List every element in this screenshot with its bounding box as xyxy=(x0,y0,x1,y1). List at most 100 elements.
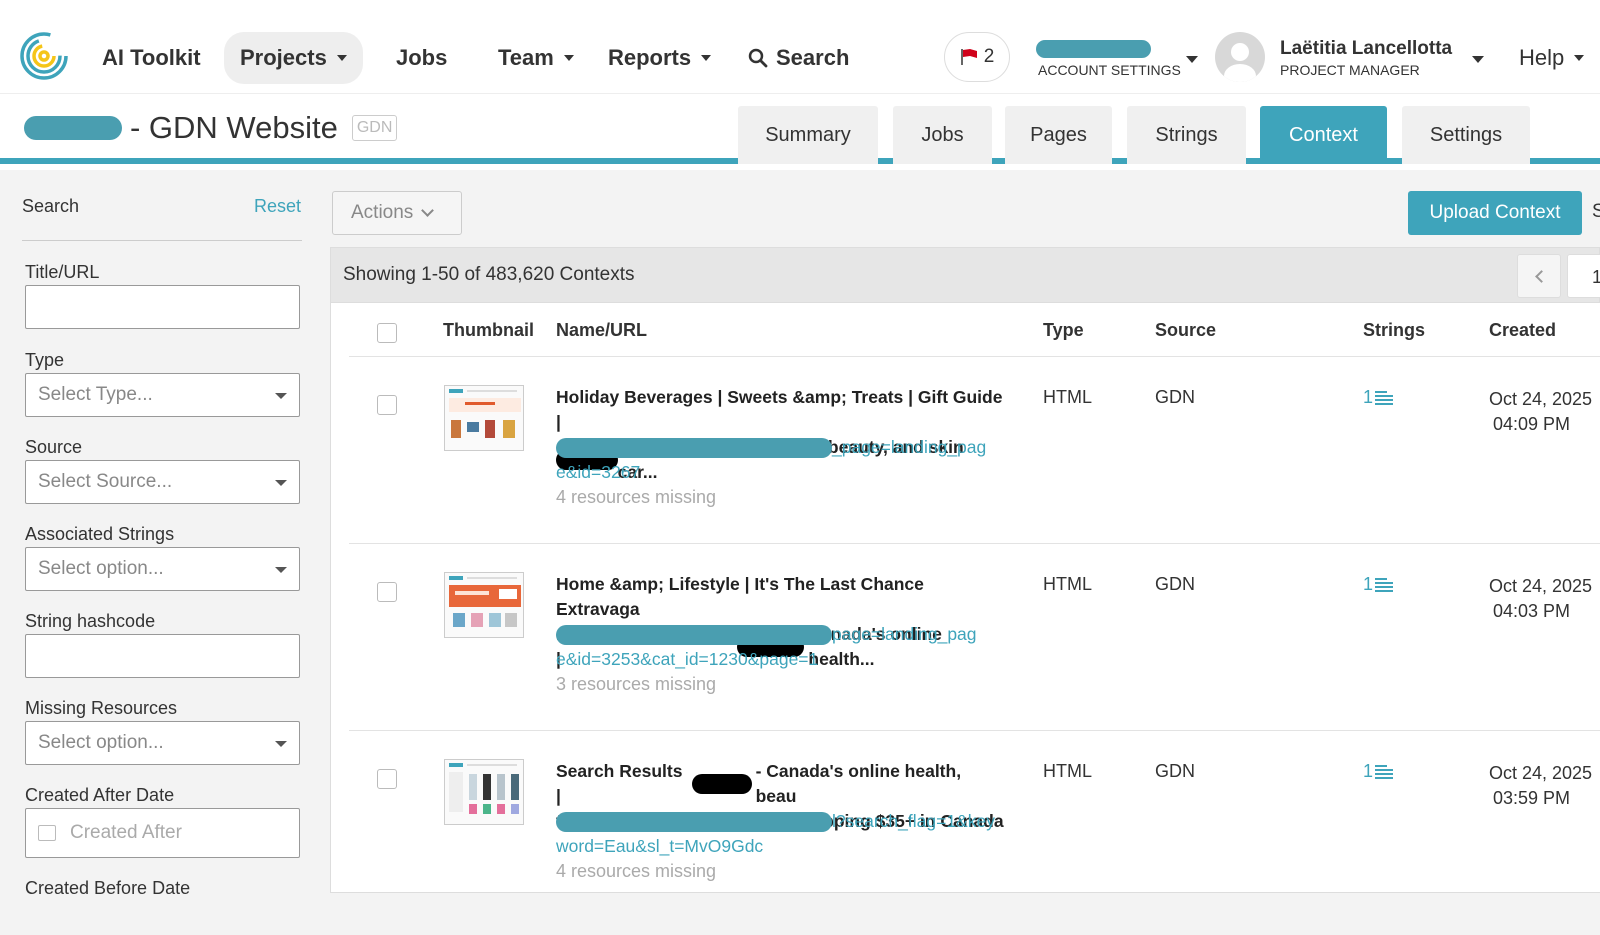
source-select[interactable]: Select Source... xyxy=(25,460,300,504)
user-caret-icon[interactable] xyxy=(1472,56,1484,63)
context-url-line: e&id=3253&cat_id=1230&page=1 xyxy=(556,649,819,669)
flags-button[interactable]: 2 xyxy=(944,32,1010,82)
chevron-down-icon xyxy=(421,204,435,217)
list-lines-icon xyxy=(1375,764,1394,779)
header-name-url[interactable]: Name/URL xyxy=(556,320,647,341)
nav-help-label: Help xyxy=(1519,45,1565,70)
nav-projects[interactable]: Projects xyxy=(224,32,363,84)
nav-team-label: Team xyxy=(498,45,554,70)
tab-jobs[interactable]: Jobs xyxy=(893,106,992,164)
created-after-placeholder: Created After xyxy=(70,822,182,843)
row-checkbox[interactable] xyxy=(377,769,397,789)
actions-dropdown[interactable]: Actions xyxy=(332,191,462,235)
caret-down-icon xyxy=(336,55,347,61)
type-select[interactable]: Select Type... xyxy=(25,373,300,417)
caret-down-icon xyxy=(563,55,574,61)
account-caret-icon[interactable] xyxy=(1186,56,1198,63)
missing-resources-placeholder: Select option... xyxy=(38,732,164,753)
header-source[interactable]: Source xyxy=(1155,320,1216,341)
row-checkbox[interactable] xyxy=(377,582,397,602)
nav-reports[interactable]: Reports xyxy=(608,40,712,76)
context-name-line: Holiday Beverages | Sweets &amp; Treats … xyxy=(556,387,1003,432)
title-url-label: Title/URL xyxy=(25,262,100,282)
upload-context-button[interactable]: Upload Context xyxy=(1408,191,1582,235)
context-type: HTML xyxy=(1043,574,1092,594)
avatar[interactable] xyxy=(1215,32,1265,82)
missing-resources-label: Missing Resources xyxy=(25,698,178,718)
header-type[interactable]: Type xyxy=(1043,320,1084,341)
project-code-badge: GDN xyxy=(351,115,398,141)
table-row[interactable]: Home &amp; Lifestyle | It's The Last Cha… xyxy=(331,544,1600,731)
context-thumbnail[interactable] xyxy=(444,385,524,451)
strings-count-link[interactable]: 1 xyxy=(1363,574,1394,595)
results-count: Showing 1-50 of 483,620 Contexts xyxy=(343,264,635,285)
flag-count: 2 xyxy=(983,46,995,67)
nav-ai-toolkit-label: AI Toolkit xyxy=(102,45,201,70)
context-url[interactable]: page=landing_pag e&id=3253&cat_id=1230&p… xyxy=(556,622,1006,672)
search-icon xyxy=(748,48,768,68)
tab-summary[interactable]: Summary xyxy=(738,106,878,164)
row-checkbox[interactable] xyxy=(377,395,397,415)
source-label: Source xyxy=(25,437,83,457)
fingerprint-logo-icon[interactable] xyxy=(20,32,68,80)
table-row[interactable]: Search Results | - Canada's online health… xyxy=(331,731,1600,892)
context-name-line: Home &amp; Lifestyle | It's The Last Cha… xyxy=(556,574,924,619)
nav-help[interactable]: Help xyxy=(1519,40,1585,76)
strings-count: 1 xyxy=(1363,761,1374,781)
user-name[interactable]: Laëtitia Lancellotta xyxy=(1280,38,1452,60)
nav-ai-toolkit[interactable]: AI Toolkit xyxy=(102,40,201,76)
tab-strings[interactable]: Strings xyxy=(1127,106,1246,164)
project-title-text: - GDN Website xyxy=(130,110,338,145)
pagination-prev-button[interactable] xyxy=(1517,254,1561,298)
reset-link[interactable]: Reset xyxy=(254,196,301,217)
missing-resources-select[interactable]: Select option... xyxy=(25,721,300,765)
context-url[interactable]: _page=landing_pag e&id=3267 xyxy=(556,435,1006,485)
context-url-tail: page=landing_pag xyxy=(832,624,977,644)
nav-team[interactable]: Team xyxy=(498,40,574,76)
nav-search-label: Search xyxy=(776,45,850,70)
title-url-input[interactable] xyxy=(25,285,300,329)
string-hashcode-input[interactable] xyxy=(25,634,300,678)
header-thumbnail: Thumbnail xyxy=(443,320,534,340)
string-hashcode-label: String hashcode xyxy=(25,611,156,631)
type-label: Type xyxy=(25,350,65,370)
pagination-page-input[interactable]: 1 xyxy=(1567,254,1600,298)
tab-settings[interactable]: Settings xyxy=(1402,106,1530,164)
page-thumbnail-icon xyxy=(449,576,521,627)
header-created[interactable]: Created xyxy=(1489,320,1556,341)
tab-pages[interactable]: Pages xyxy=(1005,106,1112,164)
missing-resources-text: 4 resources missing xyxy=(556,487,717,507)
nav-search[interactable]: Search xyxy=(748,40,849,76)
created-before-label: Created Before Date xyxy=(25,878,191,898)
context-thumbnail[interactable] xyxy=(444,572,524,638)
associated-strings-select[interactable]: Select option... xyxy=(25,547,300,591)
created-time-text: 03:59 PM xyxy=(1493,788,1571,808)
select-all-checkbox[interactable] xyxy=(377,323,397,343)
created-date-text: Oct 24, 2025 xyxy=(1489,763,1593,783)
nav-jobs[interactable]: Jobs xyxy=(396,40,447,76)
created-date-text: Oct 24, 2025 xyxy=(1489,576,1593,596)
caret-down-icon xyxy=(1574,55,1585,61)
context-source: GDN xyxy=(1155,574,1195,594)
context-thumbnail[interactable] xyxy=(444,759,524,825)
nav-reports-label: Reports xyxy=(608,45,692,70)
created-date: Oct 24, 2025 04:09 PM xyxy=(1489,387,1592,437)
strings-count: 1 xyxy=(1363,574,1374,594)
strings-count-link[interactable]: 1 xyxy=(1363,761,1394,782)
nav-jobs-label: Jobs xyxy=(396,45,448,70)
truncated-button-label[interactable]: S xyxy=(1592,201,1600,223)
strings-count-link[interactable]: 1 xyxy=(1363,387,1394,408)
header-strings[interactable]: Strings xyxy=(1363,320,1425,341)
account-settings-link[interactable]: ACCOUNT SETTINGS xyxy=(1038,62,1181,78)
context-url[interactable]: l?search_flag=1&key word=Eau&sl_t=MvO9Gd… xyxy=(556,809,1006,859)
created-after-input[interactable]: Created After xyxy=(25,808,300,858)
account-switcher[interactable] xyxy=(1036,40,1151,63)
flag-icon xyxy=(960,49,977,65)
chevron-left-icon xyxy=(1534,269,1548,283)
table-row[interactable]: Holiday Beverages | Sweets &amp; Treats … xyxy=(331,357,1600,544)
caret-down-icon xyxy=(701,55,712,61)
redacted-url xyxy=(556,437,832,458)
list-lines-icon xyxy=(1375,577,1394,592)
tab-context[interactable]: Context xyxy=(1260,106,1387,164)
created-time-text: 04:03 PM xyxy=(1493,601,1571,621)
